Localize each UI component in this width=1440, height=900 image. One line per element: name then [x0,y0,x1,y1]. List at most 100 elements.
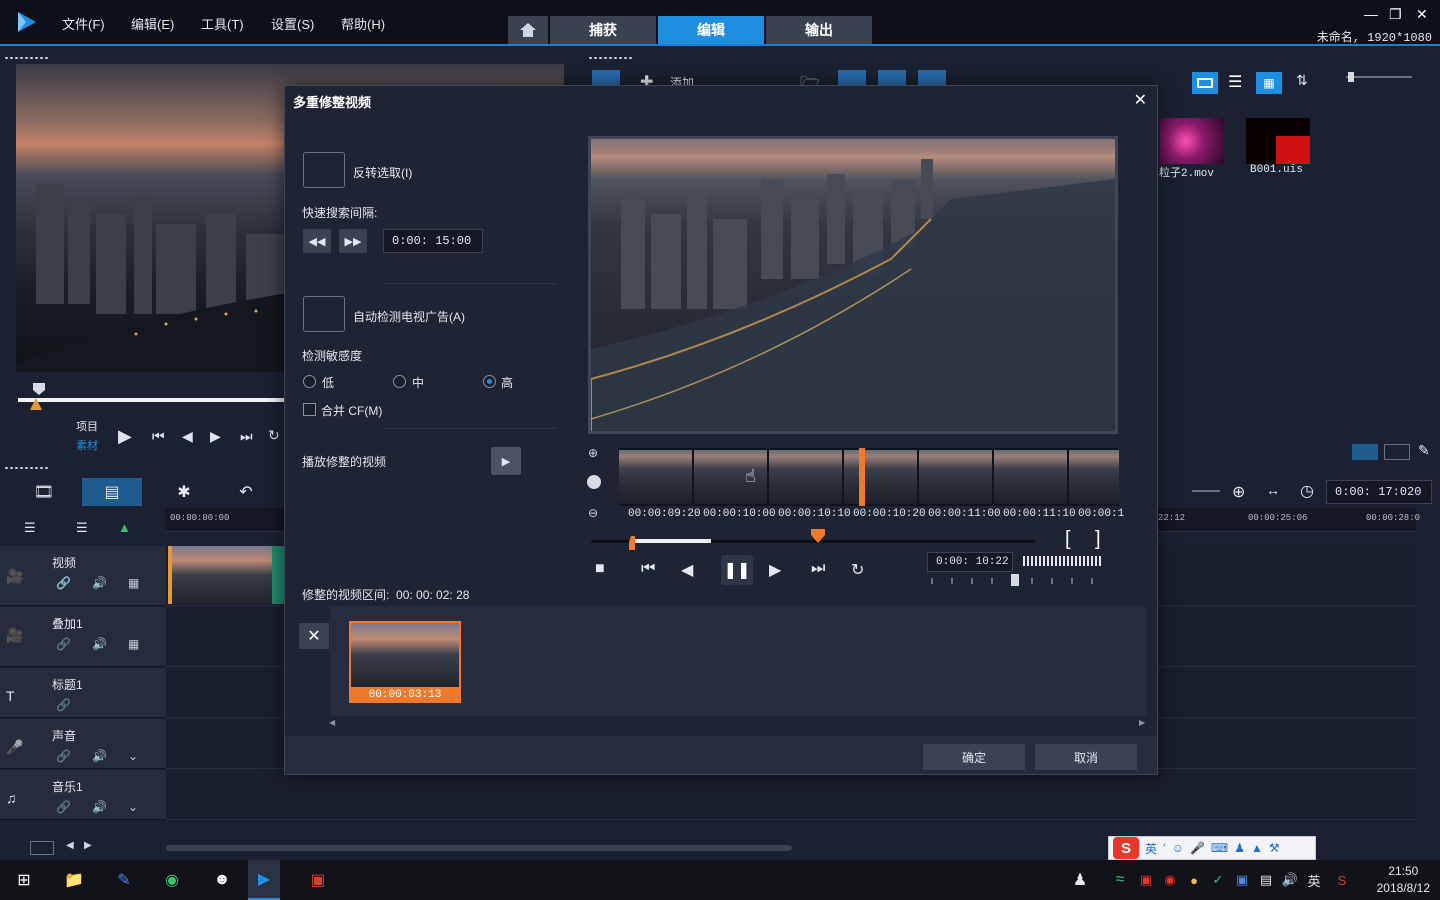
chapter-marker-icon[interactable]: ▲ [118,520,131,535]
tray-blue-icon[interactable]: ▣ [1230,868,1254,892]
scrub-marker-icon[interactable] [32,382,46,396]
zoom-in-icon[interactable]: ⊕ [588,446,598,460]
wechat-icon[interactable]: ◉ [160,868,184,892]
microphone-icon[interactable]: 🎤 [1190,841,1205,855]
sort-icon[interactable]: ⇅ [1296,72,1308,89]
bin-scroll-right-icon[interactable]: ▶ [1139,718,1145,727]
library-item-thumbnail[interactable] [1160,118,1224,164]
track-manager-icon[interactable]: ☰ [24,520,36,536]
sogou-tray-icon[interactable]: S [1330,868,1354,892]
track-header-voice[interactable]: 🎤 声音 🔗 🔊 ⌄ [0,719,166,769]
user-icon[interactable]: ♟ [1234,841,1245,855]
prev-frame-icon[interactable]: ◀​ [182,428,193,445]
bin-scroll-left-icon[interactable]: ◀ [329,718,335,727]
track-adjust-icon[interactable] [30,841,54,855]
chevron-down-icon[interactable]: ⌄ [128,749,138,763]
minimize-icon[interactable]: — [1364,6,1378,22]
zoom-in-icon[interactable]: ⊕ [1232,482,1245,502]
player-scrubber[interactable] [18,398,286,402]
view-grid-icon[interactable]: ▦ [1256,72,1282,94]
wrench-icon[interactable]: ⚒ [1269,841,1280,855]
trim-in-marker-icon[interactable] [30,398,42,410]
tray-yellow-icon[interactable]: ● [1182,868,1206,892]
thumb-size-slider[interactable] [1346,76,1412,78]
auto-detect-label[interactable]: 自动检测电视广告(A) [353,308,465,325]
sensitivity-low-radio[interactable] [303,375,316,388]
reverse-selection-icon[interactable] [303,152,345,188]
chevron-down-icon[interactable]: ⌄ [128,800,138,814]
menu-edit[interactable]: 编辑(E) [131,14,174,33]
link-icon[interactable]: 🔗 [56,749,71,763]
network-icon[interactable]: ▤ [1254,868,1278,892]
view-list-icon[interactable]: ☰ [1228,72,1242,92]
storyboard-view-icon[interactable] [1384,444,1410,460]
reverse-select-label[interactable]: 反转选取(I) [353,164,412,181]
videostudio-taskbar-icon[interactable]: ▶ [248,860,280,900]
track-lane[interactable] [166,770,1416,820]
input-language[interactable]: 英 [1302,868,1326,892]
checker-icon[interactable]: ▦ [128,637,139,651]
wifi-icon[interactable]: ≈ [1108,868,1132,892]
timeline-hscrollbar[interactable] [166,845,792,851]
project-mode-label[interactable]: 项目 [76,418,98,434]
link-icon[interactable]: 🔗 [56,698,71,712]
volume-icon[interactable]: 🔊 [1278,868,1302,892]
filmstrip[interactable]: ☝ [619,448,1119,506]
repeat-icon[interactable]: ↻ [851,560,864,580]
volume-icon[interactable]: 🔊 [92,800,107,814]
playhead-icon[interactable] [811,529,825,543]
clip-trim-handle[interactable] [272,546,284,604]
keyboard-icon[interactable]: ⌨ [1211,841,1228,855]
emoji-icon[interactable]: ☺ [1172,841,1184,855]
rewind-icon[interactable]: ◀◀ [303,229,331,253]
close-icon[interactable]: ✕ [1416,6,1428,23]
clock-icon[interactable]: ◷ [1300,481,1314,501]
track-header-music[interactable]: ♫ 音乐1 🔗 🔊 ⌄ [0,770,166,820]
ok-button[interactable]: 确定 [923,744,1025,770]
shuttle-handle[interactable] [1011,574,1019,586]
timeline-video-clip[interactable] [168,546,284,604]
volume-icon[interactable]: 🔊 [92,749,107,763]
timeline-vscrollbar[interactable] [1424,546,1436,826]
pause-button[interactable]: ❚❚ [721,555,753,585]
edit-icon[interactable]: ✎ [1418,442,1430,459]
timeline-timecode[interactable]: 0:00: 17:020 [1326,480,1432,504]
checker-icon[interactable]: ▦ [128,576,139,590]
tab-capture[interactable]: 捕获 [550,16,656,44]
next-frame-icon[interactable]: ▶​ [210,428,221,445]
play-icon[interactable]: ▶ [118,426,132,447]
app-taskbar-icon[interactable]: ▣ [306,868,330,892]
view-thumbnail-icon[interactable] [1192,72,1218,94]
thumb-size-handle[interactable] [1348,72,1354,82]
clip-mode-label[interactable]: 素材 [76,437,98,453]
tray-app-icon[interactable]: ▣ [1134,868,1158,892]
delete-clip-icon[interactable]: ✕ [299,623,329,649]
ime-language[interactable]: 英 [1145,840,1157,857]
menu-file[interactable]: 文件(F) [62,14,105,33]
panel-grip[interactable] [4,466,50,470]
interval-timecode[interactable]: 0:00: 15:00 [383,229,483,253]
cancel-button[interactable]: 取消 [1035,744,1137,770]
add-track-icon[interactable]: ☰ [76,520,88,536]
filmstrip-marker[interactable] [859,448,865,506]
windows-start-icon[interactable]: ⊞ [12,868,36,892]
scroll-right-icon[interactable]: ▶ [84,840,92,851]
qq-icon[interactable]: ☻ [210,868,234,892]
timeline-view-icon[interactable] [1352,444,1378,460]
system-clock[interactable]: 21:50 2018/8/12 [1377,863,1430,897]
home-tab[interactable] [508,16,548,44]
sogou-logo-icon[interactable]: S [1113,837,1139,859]
fast-forward-icon[interactable]: ▶▶ [339,229,367,253]
trimmed-clip-thumbnail[interactable] [349,621,461,689]
panel-grip[interactable] [588,56,634,60]
scroll-left-icon[interactable]: ◀ [66,840,74,851]
panel-grip[interactable] [4,56,50,60]
link-icon[interactable]: 🔗 [56,637,71,651]
tab-edit[interactable]: 编辑 [658,16,764,44]
track-header-video[interactable]: 🎥 视频 🔗 🔊 ▦ [0,546,166,606]
tab-share[interactable]: 输出 [766,16,872,44]
play-trimmed-button[interactable]: ▶ [491,447,521,475]
fit-icon[interactable]: ↔ [1266,482,1280,498]
menu-help[interactable]: 帮助(H) [341,14,385,33]
detect-ad-icon[interactable] [303,296,345,332]
